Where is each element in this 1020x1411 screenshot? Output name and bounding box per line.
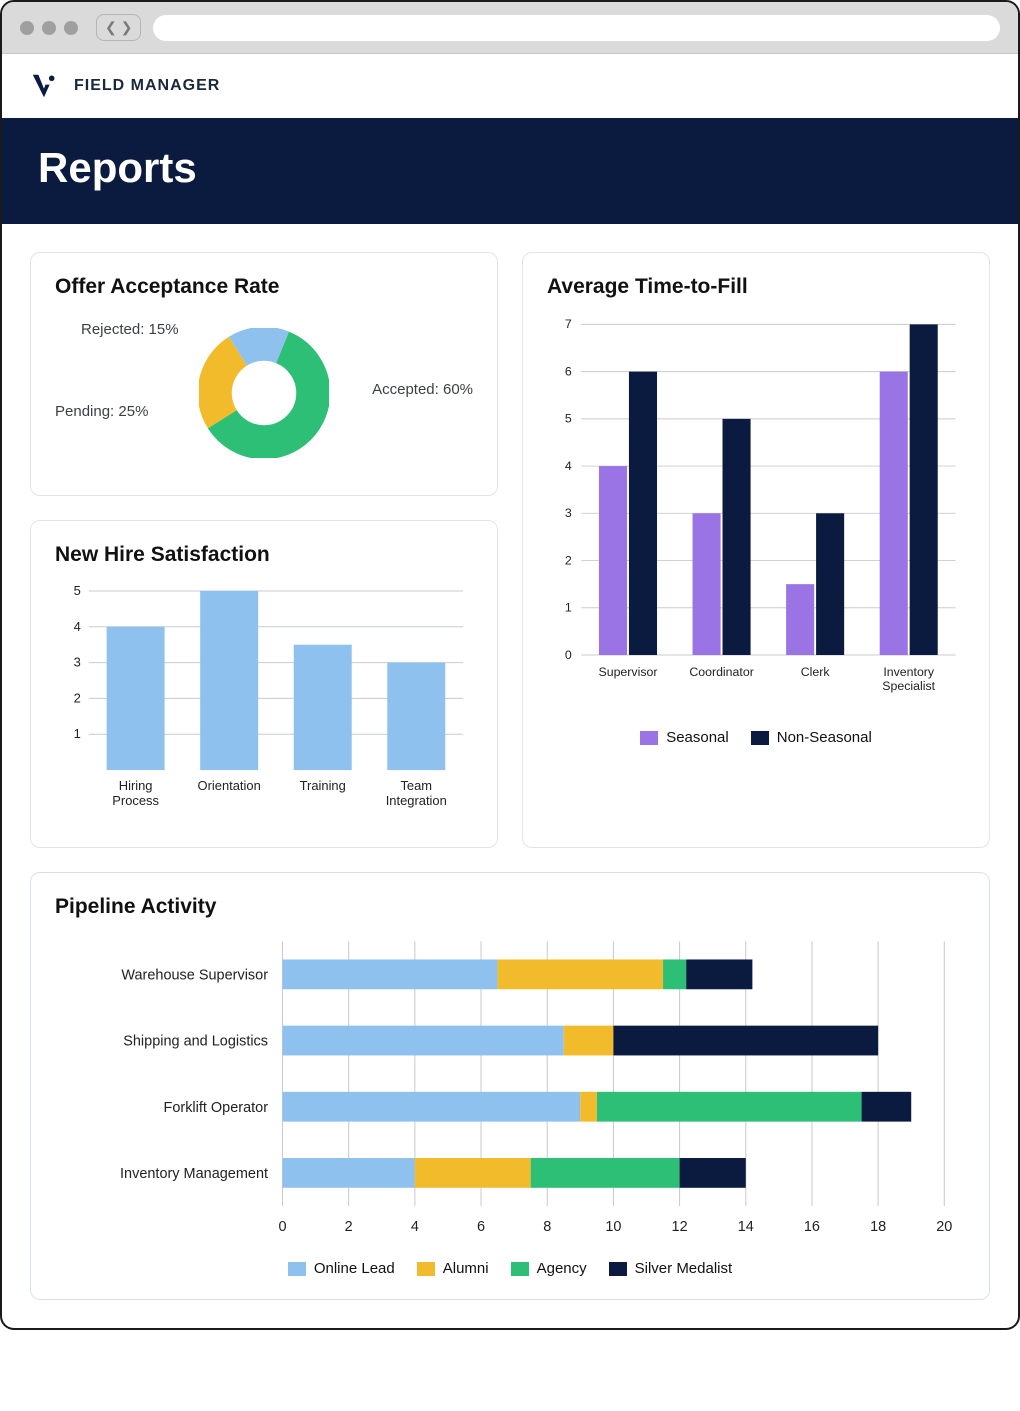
donut-svg: [199, 328, 329, 458]
legend-label: Silver Medalist: [635, 1260, 733, 1277]
svg-text:Hiring: Hiring: [119, 778, 153, 793]
svg-text:5: 5: [74, 583, 81, 598]
svg-text:Inventory: Inventory: [883, 665, 935, 679]
browser-chrome: ❮ ❯: [2, 2, 1018, 54]
legend-label: Alumni: [443, 1260, 489, 1277]
svg-text:12: 12: [672, 1219, 688, 1235]
svg-text:Warehouse Supervisor: Warehouse Supervisor: [121, 967, 268, 983]
svg-text:7: 7: [565, 317, 572, 331]
svg-text:Process: Process: [112, 793, 159, 808]
page-title-bar: Reports: [2, 118, 1018, 224]
svg-text:4: 4: [411, 1219, 419, 1235]
svg-text:3: 3: [74, 655, 81, 670]
stacked-bar-chart-pipeline: 0 2 4 6 8 10 12 14 16 18 20 Warehouse Supervisor Shi…: [55, 933, 965, 1243]
chevron-left-icon: ❮: [105, 19, 117, 36]
chevron-right-icon: ❯: [121, 19, 133, 36]
legend-swatch: [288, 1262, 306, 1276]
svg-text:Inventory Management: Inventory Management: [120, 1166, 268, 1182]
svg-text:Supervisor: Supervisor: [598, 665, 657, 679]
card-title: New Hire Satisfaction: [55, 543, 473, 567]
svg-text:1: 1: [565, 601, 572, 615]
svg-text:Integration: Integration: [386, 793, 447, 808]
left-column: Offer Acceptance Rate Rejected: 15% Pend…: [30, 252, 498, 848]
legend-swatch: [511, 1262, 529, 1276]
window-dot[interactable]: [42, 21, 56, 35]
legend-swatch: [751, 731, 769, 745]
svg-text:1: 1: [74, 726, 81, 741]
svg-text:4: 4: [74, 619, 81, 634]
brand-text: FIELD MANAGER: [74, 77, 220, 95]
legend-item-online: Online Lead: [288, 1260, 395, 1277]
legend-item-agency: Agency: [511, 1260, 587, 1277]
svg-text:Training: Training: [300, 778, 346, 793]
svg-text:Specialist: Specialist: [882, 679, 935, 693]
bar-chart-satisfaction: 1 2 3 4 5 HiringProcess Orientation Training Tea…: [55, 581, 473, 820]
donut-label-pending: Pending: 25%: [55, 403, 148, 420]
content-grid: Offer Acceptance Rate Rejected: 15% Pend…: [2, 224, 1018, 1328]
legend-label: Seasonal: [666, 729, 729, 746]
svg-text:20: 20: [936, 1219, 952, 1235]
card-title: Average Time-to-Fill: [547, 275, 965, 299]
svg-text:3: 3: [565, 506, 572, 520]
svg-text:2: 2: [74, 690, 81, 705]
pipeline-legend: Online Lead Alumni Agency Silver Medalis…: [55, 1260, 965, 1277]
svg-text:18: 18: [870, 1219, 886, 1235]
svg-text:Shipping and Logistics: Shipping and Logistics: [123, 1034, 268, 1050]
svg-text:Clerk: Clerk: [801, 665, 831, 679]
legend-item-alumni: Alumni: [417, 1260, 489, 1277]
card-time-to-fill: Average Time-to-Fill 0 1 2 3 4 5 6 7 Supervisor C…: [522, 252, 990, 848]
legend-label: Non-Seasonal: [777, 729, 872, 746]
address-bar[interactable]: [153, 15, 1000, 41]
svg-text:0: 0: [278, 1219, 286, 1235]
donut-chart: Rejected: 15% Pending: 25% Accepted: 60%: [55, 313, 473, 473]
svg-text:2: 2: [345, 1219, 353, 1235]
card-offer-acceptance: Offer Acceptance Rate Rejected: 15% Pend…: [30, 252, 498, 496]
bar-chart-ttf: 0 1 2 3 4 5 6 7 Supervisor Coordinator Clerk Invent…: [547, 313, 965, 712]
card-pipeline-activity: Pipeline Activity 0 2 4 6 8 10 12 14 16 18 20 Wareh…: [30, 872, 990, 1300]
legend-swatch: [640, 731, 658, 745]
legend-swatch: [609, 1262, 627, 1276]
page-title: Reports: [38, 144, 982, 192]
svg-text:Coordinator: Coordinator: [689, 665, 754, 679]
legend-item-nonseasonal: Non-Seasonal: [751, 729, 872, 746]
svg-text:Orientation: Orientation: [198, 778, 261, 793]
donut-label-rejected: Rejected: 15%: [81, 321, 179, 338]
svg-text:10: 10: [605, 1219, 621, 1235]
svg-text:2: 2: [565, 553, 572, 567]
window-controls: [20, 21, 78, 35]
brand-logo-icon: [30, 72, 58, 100]
ttf-legend: Seasonal Non-Seasonal: [547, 729, 965, 746]
svg-text:8: 8: [543, 1219, 551, 1235]
svg-text:4: 4: [565, 459, 572, 473]
card-title: Pipeline Activity: [55, 895, 965, 919]
svg-text:Forklift Operator: Forklift Operator: [163, 1100, 268, 1116]
browser-window: ❮ ❯ FIELD MANAGER Reports Offer Acceptan…: [0, 0, 1020, 1330]
legend-label: Agency: [537, 1260, 587, 1277]
svg-text:16: 16: [804, 1219, 820, 1235]
card-new-hire-satisfaction: New Hire Satisfaction 1 2 3 4 5 HiringProcess…: [30, 520, 498, 848]
svg-text:6: 6: [477, 1219, 485, 1235]
window-dot[interactable]: [64, 21, 78, 35]
svg-text:14: 14: [738, 1219, 754, 1235]
svg-text:Team: Team: [400, 778, 432, 793]
legend-item-silver: Silver Medalist: [609, 1260, 733, 1277]
app-header: FIELD MANAGER: [2, 54, 1018, 118]
card-title: Offer Acceptance Rate: [55, 275, 473, 299]
window-dot[interactable]: [20, 21, 34, 35]
svg-text:6: 6: [565, 364, 572, 378]
legend-swatch: [417, 1262, 435, 1276]
legend-label: Online Lead: [314, 1260, 395, 1277]
nav-arrows[interactable]: ❮ ❯: [96, 14, 141, 41]
donut-label-accepted: Accepted: 60%: [372, 381, 473, 398]
svg-text:5: 5: [565, 412, 572, 426]
svg-text:0: 0: [565, 648, 572, 662]
legend-item-seasonal: Seasonal: [640, 729, 729, 746]
